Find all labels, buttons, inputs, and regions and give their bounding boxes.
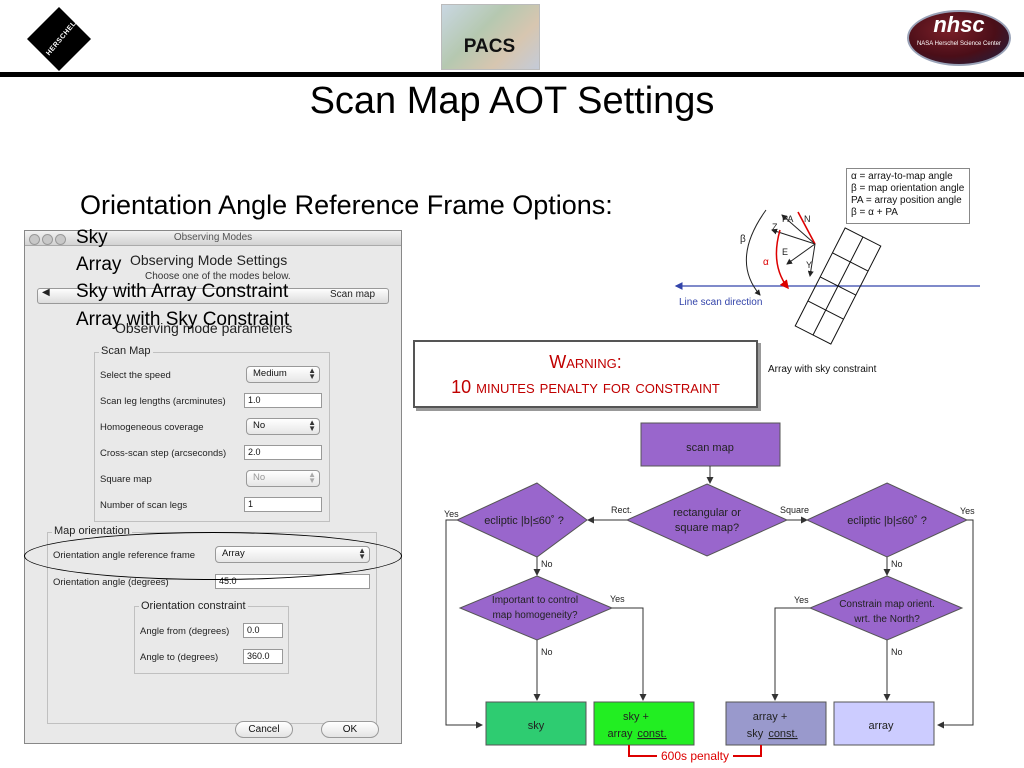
homogeneity-no-label: No [541, 647, 553, 657]
pacs-logo-text: PACS [463, 36, 516, 57]
penalty-label: 600s penalty [661, 749, 729, 763]
angle-from-label: Angle from (degrees) [140, 626, 230, 637]
ok-button[interactable]: OK [321, 721, 379, 738]
e-label: E [782, 247, 788, 257]
cancel-button[interactable]: Cancel [235, 721, 293, 738]
scan-map-group-title: Scan Map [99, 345, 153, 357]
flow-shape-diamond [625, 483, 789, 557]
speed-select[interactable]: Medium ▲ ▼ [246, 366, 320, 383]
right-no-label: No [891, 559, 903, 569]
flow-start-text: scan map [686, 442, 734, 454]
flow-right-ecliptic-text: ecliptic |b|≤60˚ ? [847, 515, 927, 527]
legend-line-beta: β = map orientation angle [851, 183, 965, 194]
speed-select-value: Medium [253, 368, 287, 379]
option-item-sky-with-array-constraint: Sky with Array Constraint [76, 281, 289, 302]
north-no-label: No [891, 647, 903, 657]
n-label: N [804, 214, 811, 224]
nhsc-logo-subtitle: NASA Herschel Science Center [916, 41, 1002, 47]
option-item-sky: Sky [76, 227, 108, 248]
cross-scan-step-input[interactable]: 2.0 [244, 445, 322, 460]
speed-label: Select the speed [100, 370, 171, 381]
right-yes-label: Yes [960, 506, 975, 516]
output-array-const-text-2a: sky [747, 728, 764, 740]
cross-scan-step-label: Cross-scan step (arcseconds) [100, 448, 227, 459]
flow-shape-text-2: square map? [675, 522, 739, 534]
square-map-select: No ▲ ▼ [246, 470, 320, 487]
flow-north-text-2: wrt. the North? [853, 614, 920, 625]
number-scan-legs-input[interactable]: 1 [244, 497, 322, 512]
array-caption: Array with sky constraint [768, 364, 877, 375]
angle-to-input[interactable]: 360.0 [243, 649, 283, 664]
homogeneous-coverage-label: Homogeneous coverage [100, 422, 204, 433]
north-yes-label: Yes [794, 595, 809, 605]
flow-homogeneity-diamond [458, 575, 614, 641]
z-label: Z [772, 222, 778, 232]
output-sky-const-text-2b: const. [637, 728, 666, 740]
output-sky-const-text-2a: array [607, 728, 633, 740]
warning-text: 10 minutes penalty for constraint [451, 377, 720, 397]
output-array-const-text-1: array + [753, 711, 788, 723]
legend-line-alpha: α = array-to-map angle [851, 171, 953, 182]
number-scan-legs-label: Number of scan legs [100, 500, 188, 511]
left-yes-label: Yes [444, 509, 459, 519]
left-no-label: No [541, 559, 553, 569]
penalty-bracket-right [733, 745, 762, 757]
output-array-const-text-2b: const. [768, 728, 797, 740]
output-array-text: array [868, 720, 894, 732]
square-map-select-value: No [253, 472, 266, 483]
herschel-logo-text: HERSCHEL [45, 20, 78, 58]
highlight-ellipse [24, 532, 402, 580]
angle-from-input[interactable]: 0.0 [243, 623, 283, 638]
pa-label: PA [782, 214, 793, 224]
output-sky-text: sky [528, 720, 545, 732]
option-item-array: Array [76, 254, 122, 275]
header-divider [0, 72, 1024, 77]
array-geometry-diagram: β α PA N Z E Y Line scan direction Array… [674, 209, 980, 375]
flow-left-ecliptic-text: ecliptic |b|≤60˚ ? [484, 515, 564, 527]
square-label: Square [780, 505, 809, 515]
flow-north-text-1: Constrain map orient. [839, 599, 935, 610]
nhsc-logo-text: nhsc [933, 12, 985, 37]
scan-leg-length-label: Scan leg lengths (arcminutes) [100, 396, 226, 407]
homogeneity-yes-label: Yes [610, 594, 625, 604]
mode-selector-label[interactable]: Scan map [330, 289, 375, 300]
constraint-flowchart: scan map rectangular or square map? Rect… [444, 422, 975, 763]
option-item-array-with-sky-constraint: Array with Sky Constraint [76, 309, 290, 330]
beta-label: β [740, 234, 746, 245]
updown-arrow-icon: ▲ ▼ [308, 366, 316, 381]
scan-leg-length-input[interactable]: 1.0 [244, 393, 322, 408]
flow-shape-text-1: rectangular or [673, 507, 741, 519]
square-map-label: Square map [100, 474, 152, 485]
page-title: Scan Map AOT Settings [309, 80, 715, 122]
updown-arrow-icon: ▲ ▼ [308, 470, 316, 485]
options-heading: Orientation Angle Reference Frame Option… [80, 190, 613, 220]
rect-label: Rect. [611, 505, 632, 515]
homogeneous-select-value: No [253, 420, 266, 431]
back-arrow-icon[interactable]: ◀ [42, 287, 50, 298]
dialog-heading: Observing Mode Settings [130, 252, 288, 268]
angle-to-label: Angle to (degrees) [140, 652, 219, 663]
penalty-bracket-left [628, 745, 657, 757]
flow-homogeneity-text-1: Important to control [492, 595, 578, 606]
flow-homogeneity-text-2: map homogeneity? [492, 610, 577, 621]
orientation-constraint-group-title: Orientation constraint [139, 600, 248, 612]
alpha-label: α [763, 257, 769, 268]
updown-arrow-icon: ▲ ▼ [308, 418, 316, 433]
line-scan-label: Line scan direction [679, 297, 762, 308]
y-label: Y [806, 260, 812, 270]
homogeneous-coverage-select[interactable]: No ▲ ▼ [246, 418, 320, 435]
output-sky-const-text-1: sky + [623, 711, 649, 723]
